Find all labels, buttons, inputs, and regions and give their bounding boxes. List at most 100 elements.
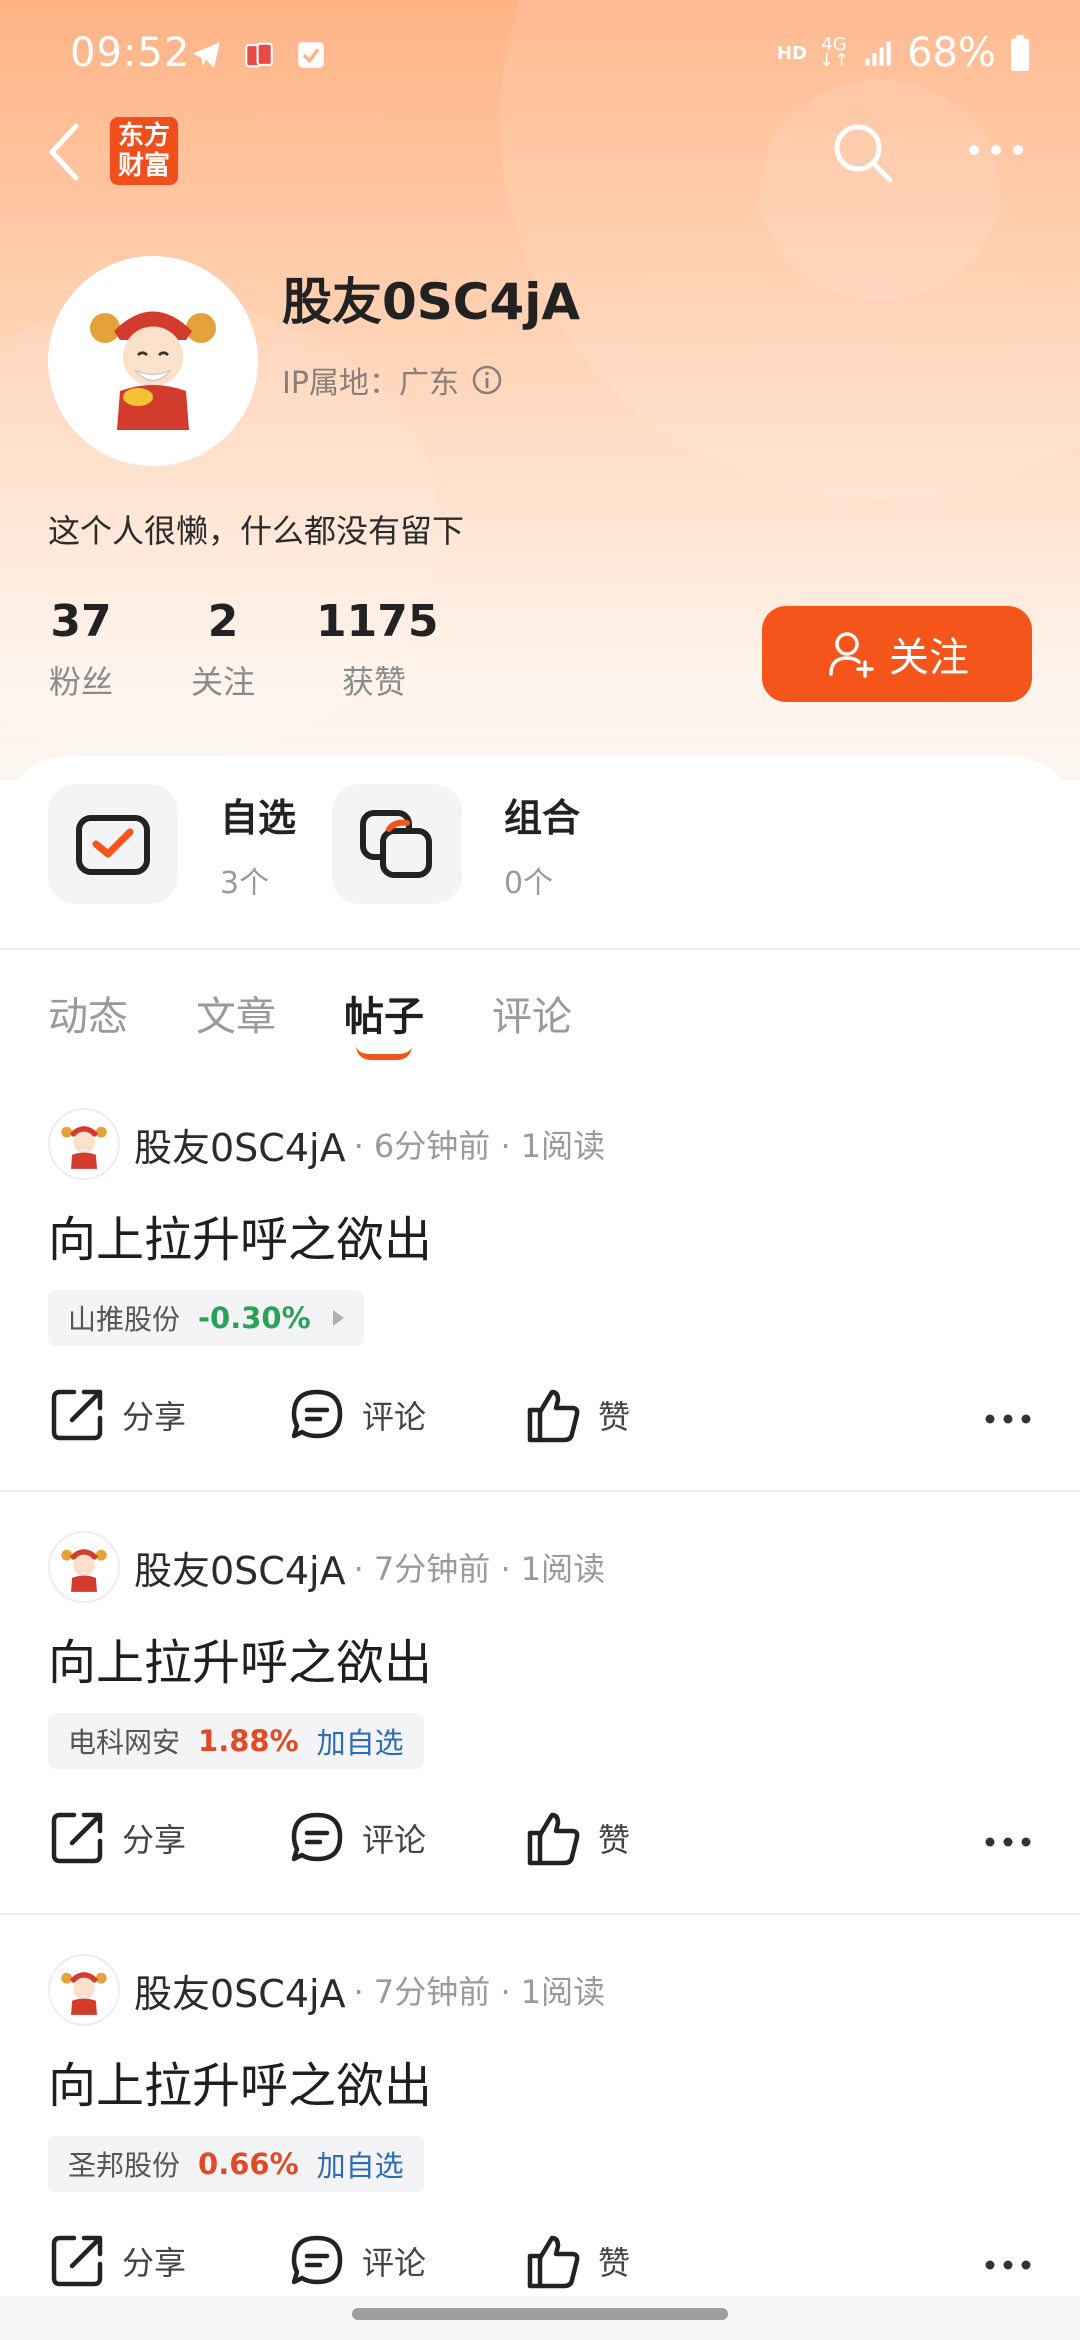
stock-name: 圣邦股份 (68, 2149, 181, 2182)
add-to-watchlist-link[interactable]: 加自选 (317, 2143, 404, 2185)
checkbox-icon (298, 42, 324, 68)
follow-button[interactable]: 关注 (762, 606, 1032, 702)
like-button[interactable]: 赞 (524, 2232, 630, 2290)
post-avatar[interactable] (48, 1531, 120, 1603)
stat-likes[interactable]: 1175 获赞 (316, 596, 439, 703)
tab-activity[interactable]: 动态 (48, 984, 128, 1042)
stock-chip[interactable]: 电科网安 1.88% 加自选 (48, 1713, 424, 1769)
stat-value: 37 (50, 596, 112, 647)
more-icon[interactable] (984, 1835, 1032, 1849)
add-to-watchlist-link[interactable]: 加自选 (317, 1720, 404, 1762)
portfolio-entry[interactable]: 组合 0个 (332, 784, 580, 904)
post-header: 股友0SC4jA · 7分钟前 · 1阅读 (48, 1531, 605, 1603)
comment-button[interactable]: 评论 (288, 1809, 426, 1867)
profile-avatar[interactable] (48, 256, 258, 466)
post-item[interactable]: 股友0SC4jA · 6分钟前 · 1阅读 向上拉升呼之欲出 山推股份 -0.3… (0, 1092, 1080, 1516)
battery-percent: 68% (907, 30, 996, 76)
like-button[interactable]: 赞 (524, 1386, 630, 1444)
post-item[interactable]: 股友0SC4jA · 7分钟前 · 1阅读 向上拉升呼之欲出 圣邦股份 0.66… (0, 1938, 1080, 2340)
back-icon[interactable] (44, 120, 84, 184)
share-button[interactable]: 分享 (48, 1809, 186, 1867)
profile-name: 股友0SC4jA (282, 273, 581, 331)
comment-icon (291, 2235, 343, 2285)
cards-icon (245, 42, 273, 68)
thumbs-up-icon (527, 1812, 580, 1866)
avatar-illustration (61, 1126, 107, 1169)
ip-location: IP属地：广东 (282, 358, 503, 402)
watchlist-entry[interactable]: 自选 3个 (48, 784, 296, 904)
share-icon (51, 2235, 103, 2287)
share-button[interactable]: 分享 (48, 1386, 186, 1444)
post-meta: · 6分钟前 · 1阅读 (353, 1127, 606, 1165)
divider (0, 1913, 1080, 1915)
more-icon[interactable] (984, 1412, 1032, 1426)
stat-fans[interactable]: 37 粉丝 (48, 596, 114, 703)
avatar-illustration (90, 311, 216, 430)
tab-posts[interactable]: 帖子 (344, 984, 424, 1060)
divider (0, 948, 1080, 950)
more-options-icon[interactable] (966, 140, 1026, 160)
notification-icons (190, 38, 328, 72)
portfolio-icon (360, 810, 432, 878)
app-logo: 东方 财富 (110, 117, 178, 185)
like-button[interactable]: 赞 (524, 1809, 630, 1867)
stat-value: 1175 (316, 596, 439, 647)
post-author[interactable]: 股友0SC4jA (134, 1963, 346, 2018)
share-button[interactable]: 分享 (48, 2232, 186, 2290)
stock-chip[interactable]: 山推股份 -0.30% (48, 1290, 364, 1346)
stock-change: 1.88% (198, 1724, 299, 1758)
stat-label: 关注 (190, 663, 255, 701)
like-label: 赞 (598, 1398, 631, 1436)
post-author[interactable]: 股友0SC4jA (134, 1117, 346, 1172)
watchlist-title: 自选 (220, 795, 297, 840)
stat-value: 2 (207, 596, 239, 647)
stat-following[interactable]: 2 关注 (190, 596, 256, 703)
stock-name: 山推股份 (68, 1303, 181, 1336)
network-type: 4G ↓↑ (818, 34, 850, 71)
comment-label: 评论 (362, 1821, 427, 1859)
watchlist-icon (76, 815, 150, 875)
portfolio-icon-box (332, 784, 462, 904)
divider (0, 1490, 1080, 1492)
tab-posts-label: 帖子 (344, 994, 424, 1040)
comment-icon (291, 1389, 343, 1439)
post-item[interactable]: 股友0SC4jA · 7分钟前 · 1阅读 向上拉升呼之欲出 电科网安 1.88… (0, 1515, 1080, 1939)
hd-indicator: HD (776, 42, 807, 64)
signal-icon (865, 41, 891, 66)
battery-icon (1011, 35, 1029, 71)
share-icon (51, 1389, 103, 1441)
ip-location-text: IP属地：广东 (282, 366, 459, 401)
search-icon[interactable] (830, 120, 896, 186)
post-content[interactable]: 向上拉升呼之欲出 (48, 1200, 432, 1270)
post-avatar[interactable] (48, 1108, 120, 1180)
share-label: 分享 (122, 1821, 187, 1859)
post-content[interactable]: 向上拉升呼之欲出 (48, 2046, 432, 2116)
stat-label: 粉丝 (48, 663, 113, 701)
comment-button[interactable]: 评论 (288, 1386, 426, 1444)
post-meta: · 7分钟前 · 1阅读 (353, 1973, 606, 2011)
post-actions: 分享 评论 赞 (48, 2232, 1032, 2302)
thumbs-up-icon (527, 2235, 580, 2289)
comment-button[interactable]: 评论 (288, 2232, 426, 2290)
home-indicator[interactable] (352, 2308, 728, 2320)
like-label: 赞 (598, 1821, 631, 1859)
stock-chip[interactable]: 圣邦股份 0.66% 加自选 (48, 2136, 424, 2192)
post-header: 股友0SC4jA · 7分钟前 · 1阅读 (48, 1954, 605, 2026)
avatar-illustration (61, 1972, 107, 2015)
active-tab-indicator (356, 1046, 412, 1060)
watchlist-count: 3个 (220, 865, 270, 901)
post-content[interactable]: 向上拉升呼之欲出 (48, 1623, 432, 1693)
status-time: 09:52 (70, 30, 191, 76)
more-icon[interactable] (984, 2258, 1032, 2272)
share-icon (51, 1812, 103, 1864)
comment-label: 评论 (362, 2244, 427, 2282)
share-label: 分享 (122, 2244, 187, 2282)
post-author[interactable]: 股友0SC4jA (134, 1540, 346, 1595)
tab-comments[interactable]: 评论 (492, 984, 572, 1042)
thumbs-up-icon (527, 1389, 580, 1443)
tab-articles[interactable]: 文章 (196, 984, 276, 1042)
post-avatar[interactable] (48, 1954, 120, 2026)
portfolio-title: 组合 (504, 795, 581, 840)
info-icon[interactable] (471, 364, 503, 396)
telegram-icon (192, 42, 220, 68)
